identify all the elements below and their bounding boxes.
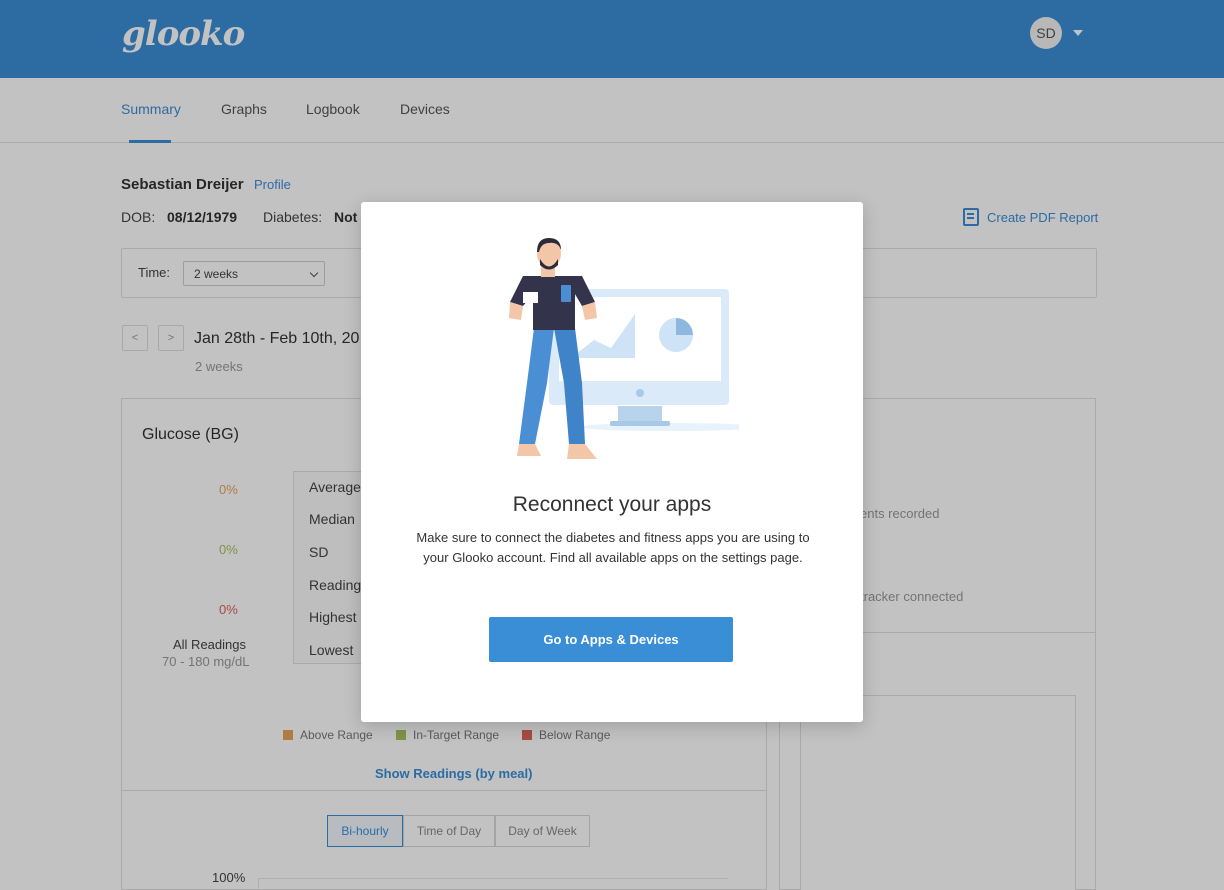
reconnect-apps-modal: Reconnect your apps Make sure to connect…: [361, 202, 863, 722]
modal-body-text: Make sure to connect the diabetes and fi…: [416, 530, 810, 565]
person-with-monitor-illustration: [509, 238, 739, 459]
go-to-apps-devices-button[interactable]: Go to Apps & Devices: [489, 617, 733, 662]
modal-title: Reconnect your apps: [512, 493, 712, 516]
